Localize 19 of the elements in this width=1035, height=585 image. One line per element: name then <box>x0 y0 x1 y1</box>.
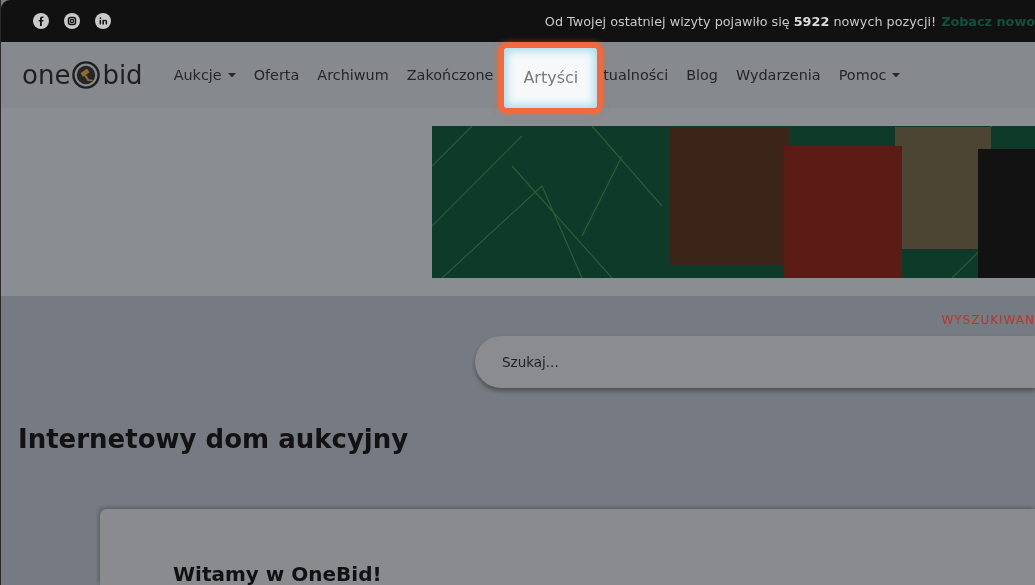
logo-text[interactable]: bid <box>102 60 143 90</box>
search-field[interactable]: Szukaj... <box>475 336 1035 388</box>
nav-link[interactable]: Archiwum <box>317 66 389 84</box>
nav-link[interactable]: Blog <box>686 66 718 84</box>
nav-link[interactable]: Pomoc <box>838 66 901 84</box>
card-title: Witamy w OneBid! <box>173 563 382 585</box>
instagram-icon[interactable] <box>64 13 80 29</box>
nav-link[interactable]: Zakończone <box>406 66 494 84</box>
nav-link[interactable]: Wydarzenia <box>735 66 821 84</box>
announcement-text: Od Twojej ostatniej wizyty pojawiło się 5922 nowych pozycji! <box>544 13 937 29</box>
linkedin-icon[interactable] <box>95 13 111 29</box>
page-heading: Internetowy dom aukcyjny <box>18 424 409 455</box>
gavel-logo-icon[interactable] <box>72 61 101 89</box>
logo-text[interactable]: one <box>22 60 71 90</box>
facebook-icon[interactable] <box>33 13 49 29</box>
nav-link[interactable]: tualności <box>603 66 669 84</box>
nav-link[interactable]: Oferta <box>253 66 300 84</box>
nav-link[interactable]: Artyści <box>498 42 604 114</box>
nav-link[interactable]: Aukcje <box>173 66 236 84</box>
